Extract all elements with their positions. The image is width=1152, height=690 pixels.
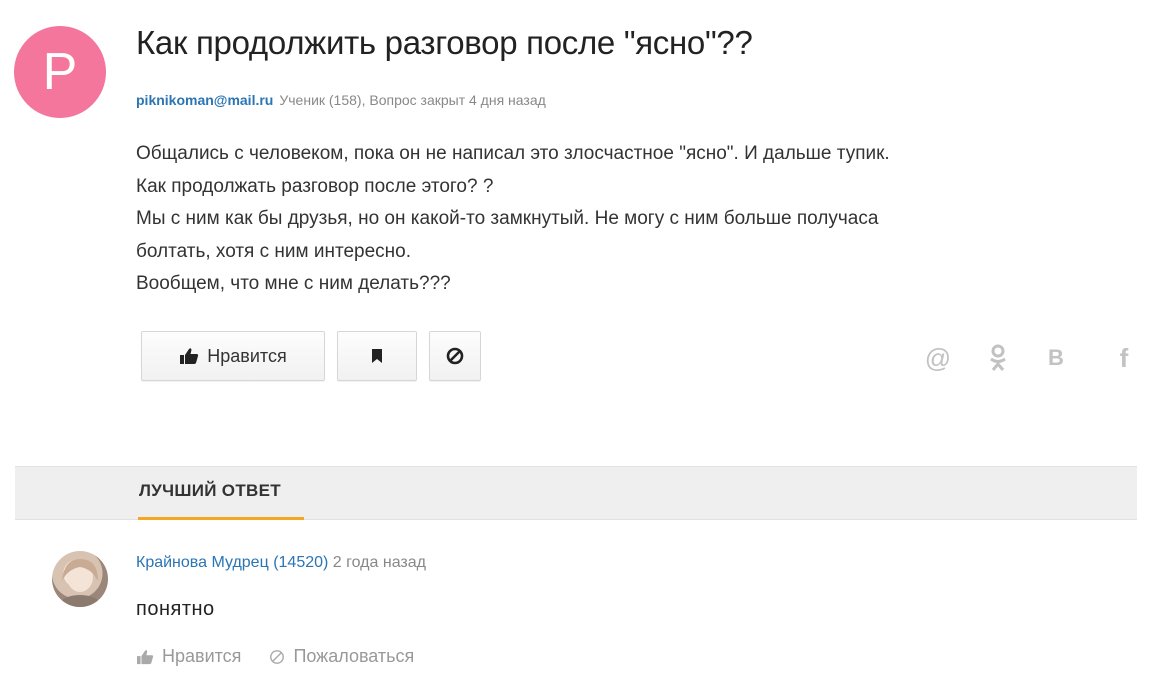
answer-like-button[interactable]: Нравится (136, 646, 241, 667)
report-button[interactable] (429, 331, 481, 381)
odnoklassniki-icon (990, 344, 1006, 371)
answer-like-label: Нравится (162, 646, 242, 666)
question-title: Как продолжить разговор после "ясно"?? (136, 24, 753, 61)
best-answer-heading: ЛУЧШИЙ ОТВЕТ (139, 481, 281, 500)
like-button[interactable]: Нравится (141, 331, 325, 381)
question-body-line: болтать, хотя с ним интересно. (136, 240, 411, 262)
share-vk-icon[interactable]: B (1038, 340, 1074, 376)
question-body: Общались с человеком, пока он не написал… (136, 138, 1136, 301)
share-facebook-icon[interactable]: f (1106, 340, 1142, 376)
share-mail-glyph: @ (924, 342, 952, 373)
block-icon (270, 649, 285, 664)
avatar-letter: P (42, 43, 78, 101)
question-body-line: Как продолжать разговор после этого? ? (136, 175, 494, 197)
answer-meta: Крайнова Мудрец (14520) 2 года назад (136, 554, 426, 572)
answer-author-avatar[interactable] (52, 551, 108, 607)
answer-report-label: Пожаловаться (293, 646, 415, 666)
share-fb-glyph: f (1119, 342, 1129, 373)
question-body-line: Вообщем, что мне с ним делать??? (136, 273, 451, 294)
question-body-line: Мы с ним как бы друзья, но он какой-то з… (136, 208, 879, 229)
bookmark-button[interactable] (337, 331, 417, 381)
share-mail-icon[interactable]: @ (920, 340, 956, 376)
block-icon (446, 347, 464, 365)
answer-actions: Нравится Пожаловаться (136, 646, 414, 667)
answer-author-rank[interactable]: Мудрец (14520) (211, 554, 328, 571)
answer-text: понятно (136, 598, 215, 620)
like-button-label: Нравится (207, 345, 287, 366)
question-meta: piknikoman@mail.ru Ученик (158), Вопрос з… (136, 92, 546, 108)
best-answer-header: ЛУЧШИЙ ОТВЕТ (15, 466, 1137, 520)
answer-report-button[interactable]: Пожаловаться (269, 646, 414, 667)
avatar-photo (58, 559, 102, 607)
answer-author-link[interactable]: Крайнова (136, 554, 207, 571)
share-ok-icon[interactable] (980, 340, 1016, 376)
thumbs-up-icon (137, 649, 154, 664)
thumbs-up-icon (180, 348, 199, 364)
best-answer-underline (138, 517, 304, 520)
question-status: Ученик (158), Вопрос закрыт 4 дня назад (279, 92, 546, 108)
question-body-line: Общались с человеком, пока он не написал… (136, 143, 890, 164)
answer-time: 2 года назад (332, 554, 426, 571)
share-vk-glyph: B (1048, 345, 1064, 370)
author-avatar[interactable]: P (14, 26, 106, 118)
bookmark-icon (372, 349, 382, 363)
author-link[interactable]: piknikoman@mail.ru (136, 92, 273, 108)
